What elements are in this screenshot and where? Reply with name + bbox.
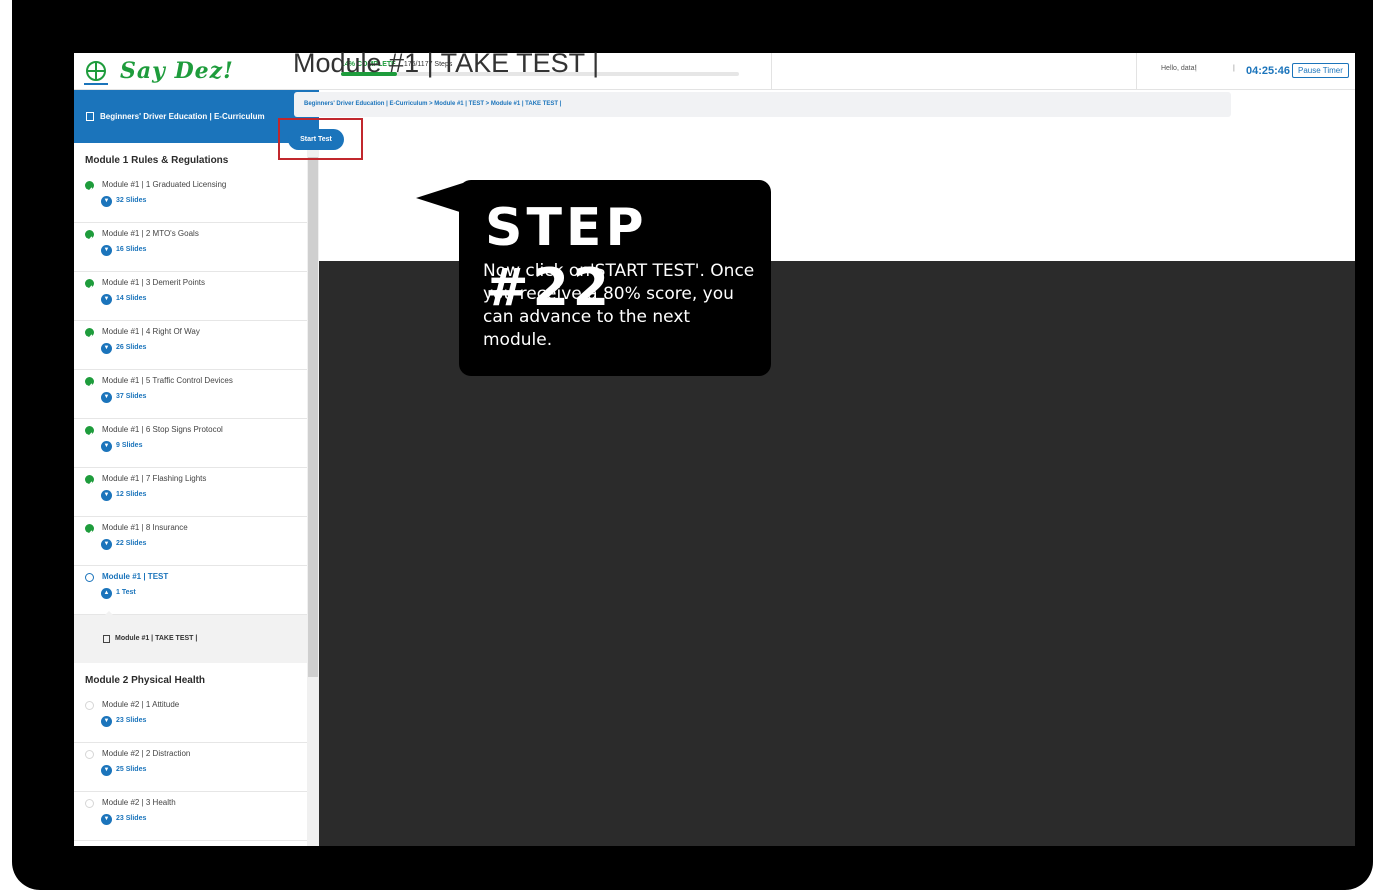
slide-count: 25 Slides <box>116 766 147 773</box>
lesson-title: Module #1 | 7 Flashing Lights <box>102 474 207 483</box>
lesson-item[interactable]: Module #1 | 2 MTO's Goals ▼ 16 Slides <box>74 223 307 272</box>
lesson-title: Module #1 | 2 MTO's Goals <box>102 229 199 238</box>
slide-count: 9 Slides <box>116 442 143 449</box>
slide-count: 1 Test <box>116 589 136 596</box>
lesson-item[interactable]: Module #1 | TEST ▲ 1 Test <box>74 566 307 615</box>
header-pipe: | <box>1233 65 1235 72</box>
driver-logo-icon <box>84 61 108 85</box>
status-circle-icon <box>85 799 94 808</box>
sub-lesson-item[interactable]: Module #1 | TAKE TEST | <box>74 611 307 663</box>
step-instructions: Now click on'START TEST'. Once you recei… <box>483 261 755 350</box>
chevron-down-icon[interactable]: ▼ <box>101 392 112 403</box>
lesson-item[interactable]: Module #1 | 6 Stop Signs Protocol ▼ 9 Slid… <box>74 419 307 468</box>
lesson-item[interactable]: Module #1 | 1 Graduated Licensing ▼ 32 Sli… <box>74 174 307 223</box>
document-icon <box>86 112 94 121</box>
completed-check-icon <box>85 230 94 242</box>
slide-count: 23 Slides <box>116 815 147 822</box>
chevron-down-icon[interactable]: ▼ <box>101 343 112 354</box>
caret-icon <box>104 611 114 616</box>
user-greeting: Hello, data! <box>1161 65 1197 72</box>
sidebar-scrollbar[interactable]: ▲ <box>307 143 319 846</box>
module-title: Module 1 Rules & Regulations <box>85 155 229 166</box>
slide-count: 23 Slides <box>116 717 147 724</box>
completed-check-icon <box>85 426 94 438</box>
slide-count: 22 Slides <box>116 540 147 547</box>
chevron-down-icon[interactable]: ▼ <box>101 814 112 825</box>
course-title: Beginners' Driver Education | E-Curricul… <box>100 112 265 121</box>
screen: Say Dez! 14% COMPLETE 176/1177 Steps Hel… <box>74 53 1355 846</box>
pause-timer-button[interactable]: Pause Timer <box>1292 63 1349 78</box>
chevron-down-icon[interactable]: ▼ <box>101 539 112 550</box>
slide-count: 14 Slides <box>116 295 147 302</box>
start-test-button[interactable]: Start Test <box>288 129 344 150</box>
chevron-down-icon[interactable]: ▼ <box>101 716 112 727</box>
step-callout: STEP #22 Now click on'START TEST'. Once … <box>459 180 771 376</box>
lesson-item[interactable]: Module #1 | 4 Right Of Way ▼ 26 Slides <box>74 321 307 370</box>
completed-check-icon <box>85 279 94 291</box>
status-circle-icon <box>85 750 94 759</box>
lesson-item[interactable]: Module #2 | 3 Health ▼ 23 Slides <box>74 792 307 841</box>
lesson-item[interactable]: Module #2 | 4 Division of Attention <box>74 841 307 846</box>
lesson-item[interactable]: Module #1 | 7 Flashing Lights ▼ 12 Slides <box>74 468 307 517</box>
completed-check-icon <box>85 328 94 340</box>
lesson-title: Module #1 | 3 Demerit Points <box>102 278 206 287</box>
lesson-title: Module #1 | 4 Right Of Way <box>102 327 200 336</box>
slide-count: 37 Slides <box>116 393 147 400</box>
lesson-title: Module #2 | 1 Attitude <box>102 700 180 709</box>
chevron-up-icon[interactable]: ▲ <box>101 588 112 599</box>
lesson-title: Module #2 | 2 Distraction <box>102 749 191 758</box>
lesson-sidebar: Module 1 Rules & Regulations Module #1 | … <box>74 143 307 846</box>
chevron-down-icon[interactable]: ▼ <box>101 196 112 207</box>
completed-check-icon <box>85 181 94 193</box>
breadcrumb[interactable]: Beginners' Driver Education | E-Curricul… <box>294 92 1231 117</box>
device-frame: Say Dez! 14% COMPLETE 176/1177 Steps Hel… <box>12 0 1373 890</box>
lesson-title: Module #1 | TEST <box>102 572 169 581</box>
document-icon <box>103 635 110 643</box>
header-divider <box>771 53 772 89</box>
status-circle-icon <box>85 701 94 710</box>
lesson-item[interactable]: Module #1 | 3 Demerit Points ▼ 14 Slides <box>74 272 307 321</box>
completed-check-icon <box>85 377 94 389</box>
slide-count: 32 Slides <box>116 197 147 204</box>
sub-lesson-title: Module #1 | TAKE TEST | <box>115 635 198 642</box>
lesson-title: Module #1 | 5 Traffic Control Devices <box>102 376 233 385</box>
lesson-item[interactable]: Module #2 | 2 Distraction ▼ 25 Slides <box>74 743 307 792</box>
lesson-item[interactable]: Module #1 | 8 Insurance ▼ 22 Slides <box>74 517 307 566</box>
session-timer: 04:25:46 <box>1246 65 1291 77</box>
lesson-title: Module #1 | 8 Insurance <box>102 523 188 532</box>
completed-check-icon <box>85 475 94 487</box>
header-divider <box>1136 53 1137 89</box>
chevron-down-icon[interactable]: ▼ <box>101 441 112 452</box>
status-circle-icon <box>85 573 94 582</box>
lesson-item[interactable]: Module #2 | 1 Attitude ▼ 23 Slides <box>74 694 307 743</box>
logo-text: Say Dez! <box>120 58 234 84</box>
slide-count: 16 Slides <box>116 246 147 253</box>
chevron-down-icon[interactable]: ▼ <box>101 245 112 256</box>
logo[interactable]: Say Dez! <box>80 55 250 87</box>
top-bar: Say Dez! 14% COMPLETE 176/1177 Steps Hel… <box>74 53 1355 90</box>
lesson-title: Module #1 | 6 Stop Signs Protocol <box>102 425 223 434</box>
chevron-down-icon[interactable]: ▼ <box>101 490 112 501</box>
lesson-item[interactable]: Module #1 | 5 Traffic Control Devices ▼ 37… <box>74 370 307 419</box>
lesson-title: Module #1 | 1 Graduated Licensing <box>102 180 227 189</box>
lesson-title: Module #2 | 3 Health <box>102 798 176 807</box>
chevron-down-icon[interactable]: ▼ <box>101 765 112 776</box>
scroll-thumb[interactable] <box>308 157 318 677</box>
module-title: Module 2 Physical Health <box>85 675 206 686</box>
page-title: Module #1 | TAKE TEST | <box>293 48 600 78</box>
slide-count: 12 Slides <box>116 491 147 498</box>
completed-check-icon <box>85 524 94 536</box>
chevron-down-icon[interactable]: ▼ <box>101 294 112 305</box>
header-pipe: | <box>1195 65 1197 72</box>
slide-count: 26 Slides <box>116 344 147 351</box>
